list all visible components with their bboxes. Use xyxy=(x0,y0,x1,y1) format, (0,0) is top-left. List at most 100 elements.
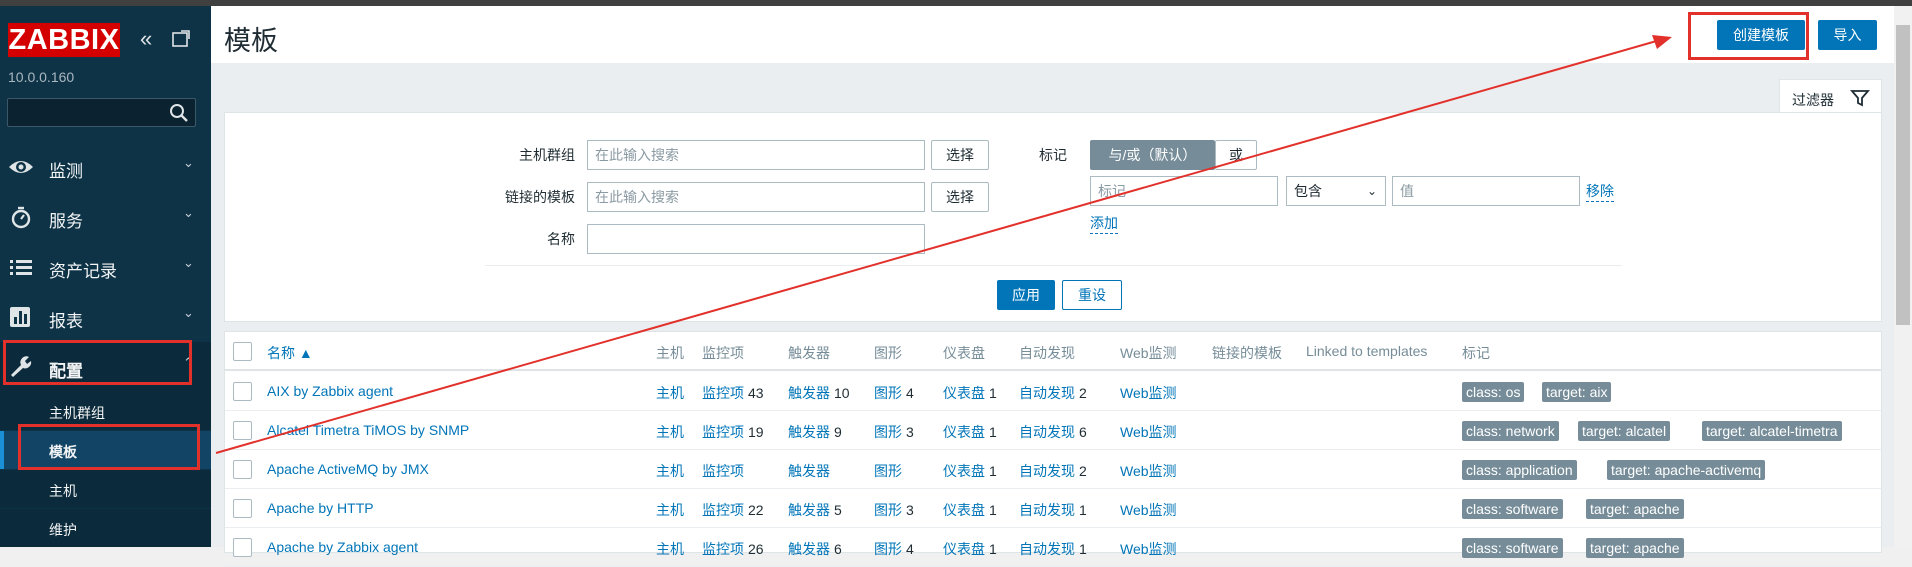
import-button[interactable]: 导入 xyxy=(1818,20,1877,50)
tag-operator-select[interactable]: 包含 ⌄ xyxy=(1286,176,1386,206)
tag-badge[interactable]: class: application xyxy=(1462,460,1577,480)
tag-badge[interactable]: target: aix xyxy=(1542,382,1612,402)
row-checkbox[interactable] xyxy=(233,460,252,479)
select-all-checkbox[interactable] xyxy=(233,342,252,361)
chevron-down-icon: ⌄ xyxy=(1366,184,1377,198)
graphs-link[interactable]: 图形 xyxy=(874,502,902,518)
name-input[interactable] xyxy=(587,224,925,254)
apply-button[interactable]: 应用 xyxy=(997,280,1055,310)
items-link[interactable]: 监控项 xyxy=(702,385,744,401)
eye-icon xyxy=(9,161,33,173)
menu-monitoring[interactable]: 监测 ⌄ xyxy=(0,142,211,192)
row-checkbox[interactable] xyxy=(233,538,252,557)
tag-badge[interactable]: target: alcatel-timetra xyxy=(1702,421,1842,441)
stopwatch-icon xyxy=(11,206,31,229)
or-toggle[interactable]: 或 xyxy=(1215,140,1257,170)
linked-templates-select-button[interactable]: 选择 xyxy=(931,182,989,212)
table-row: Alcatel Timetra TiMOS by SNMP 主机 监控项 19 触发器 9… xyxy=(225,411,1881,450)
discovery-link[interactable]: 自动发现 xyxy=(1019,502,1075,518)
tag-badge[interactable]: class: software xyxy=(1462,499,1563,519)
dashboards-count: 1 xyxy=(989,463,997,479)
search-icon[interactable] xyxy=(169,103,189,123)
triggers-link[interactable]: 触发器 xyxy=(788,541,830,557)
hosts-link[interactable]: 主机 xyxy=(656,463,684,479)
sidebar-search-input[interactable] xyxy=(7,98,196,127)
menu-services[interactable]: 服务 ⌄ xyxy=(0,192,211,242)
dashboards-link[interactable]: 仪表盘 xyxy=(943,424,985,440)
zabbix-logo[interactable]: ZABBIX xyxy=(8,23,120,57)
row-checkbox[interactable] xyxy=(233,421,252,440)
template-name-link[interactable]: Apache by HTTP xyxy=(267,500,374,516)
collapse-sidebar-icon[interactable]: « xyxy=(140,28,152,50)
submenu-hosts[interactable]: 主机 xyxy=(0,470,211,508)
template-name-link[interactable]: Apache by Zabbix agent xyxy=(267,539,418,555)
cell-web: Web监测 xyxy=(1120,383,1177,403)
tag-value-input[interactable]: 值 xyxy=(1392,176,1580,206)
kiosk-mode-icon[interactable] xyxy=(171,29,191,49)
discovery-link[interactable]: 自动发现 xyxy=(1019,424,1075,440)
tag-badge[interactable]: class: os xyxy=(1462,382,1525,402)
template-name-link[interactable]: Apache ActiveMQ by JMX xyxy=(267,461,429,477)
hosts-link[interactable]: 主机 xyxy=(656,385,684,401)
linked-templates-input[interactable]: 在此输入搜索 xyxy=(587,182,925,212)
row-checkbox[interactable] xyxy=(233,499,252,518)
row-checkbox[interactable] xyxy=(233,382,252,401)
tag-badge[interactable]: target: apache-activemq xyxy=(1607,460,1766,480)
tag-name-input[interactable]: 标记 xyxy=(1090,176,1278,206)
web-link[interactable]: Web监测 xyxy=(1120,463,1177,479)
discovery-link[interactable]: 自动发现 xyxy=(1019,463,1075,479)
triggers-link[interactable]: 触发器 xyxy=(788,502,830,518)
add-tag-link[interactable]: 添加 xyxy=(1090,213,1118,234)
cell-triggers: 触发器 10 xyxy=(788,383,850,403)
menu-label: 服务 xyxy=(49,212,83,231)
menu-inventory[interactable]: 资产记录 ⌄ xyxy=(0,242,211,292)
reset-button[interactable]: 重设 xyxy=(1062,280,1122,310)
graphs-link[interactable]: 图形 xyxy=(874,463,902,479)
host-group-select-button[interactable]: 选择 xyxy=(931,140,989,170)
dashboards-link[interactable]: 仪表盘 xyxy=(943,463,985,479)
tag-badge[interactable]: target: apache xyxy=(1586,499,1684,519)
submenu-maintenance[interactable]: 维护 xyxy=(0,509,211,547)
and-or-toggle[interactable]: 与/或（默认） xyxy=(1090,140,1215,170)
template-name-link[interactable]: Alcatel Timetra TiMOS by SNMP xyxy=(267,422,469,438)
items-link[interactable]: 监控项 xyxy=(702,463,744,479)
host-group-label: 主机群组 xyxy=(519,147,575,163)
tag-badge[interactable]: class: network xyxy=(1462,421,1559,441)
graphs-link[interactable]: 图形 xyxy=(874,385,902,401)
triggers-link[interactable]: 触发器 xyxy=(788,385,830,401)
host-group-input[interactable]: 在此输入搜索 xyxy=(587,140,925,170)
cell-discovery: 自动发现 2 xyxy=(1019,383,1087,403)
hosts-link[interactable]: 主机 xyxy=(656,502,684,518)
dashboards-link[interactable]: 仪表盘 xyxy=(943,385,985,401)
template-name-link[interactable]: AIX by Zabbix agent xyxy=(267,383,393,399)
cell-discovery: 自动发现 2 xyxy=(1019,461,1087,481)
items-link[interactable]: 监控项 xyxy=(702,541,744,557)
remove-tag-link[interactable]: 移除 xyxy=(1586,181,1614,202)
web-link[interactable]: Web监测 xyxy=(1120,424,1177,440)
web-link[interactable]: Web监测 xyxy=(1120,385,1177,401)
hosts-link[interactable]: 主机 xyxy=(656,424,684,440)
discovery-link[interactable]: 自动发现 xyxy=(1019,385,1075,401)
graphs-link[interactable]: 图形 xyxy=(874,424,902,440)
tag-badge[interactable]: class: software xyxy=(1462,538,1563,558)
column-name-sort[interactable]: 名称 ▲ xyxy=(267,343,313,363)
hosts-link[interactable]: 主机 xyxy=(656,541,684,557)
tag-badge[interactable]: target: alcatel xyxy=(1578,421,1671,441)
web-link[interactable]: Web监测 xyxy=(1120,541,1177,557)
table-row: Apache by HTTP 主机 监控项 22 触发器 5 图形 3 仪表盘 1 自动发现 1 Web… xyxy=(225,489,1881,528)
tag-badge[interactable]: target: apache xyxy=(1586,538,1684,558)
cell-triggers: 触发器 9 xyxy=(788,422,842,442)
graphs-link[interactable]: 图形 xyxy=(874,541,902,557)
chevron-down-icon: ⌄ xyxy=(183,155,194,170)
items-link[interactable]: 监控项 xyxy=(702,502,744,518)
discovery-link[interactable]: 自动发现 xyxy=(1019,541,1075,557)
dashboards-link[interactable]: 仪表盘 xyxy=(943,502,985,518)
cell-items: 监控项 22 xyxy=(702,500,764,520)
web-link[interactable]: Web监测 xyxy=(1120,502,1177,518)
dashboards-link[interactable]: 仪表盘 xyxy=(943,541,985,557)
menu-reports[interactable]: 报表 ⌄ xyxy=(0,292,211,342)
triggers-link[interactable]: 触发器 xyxy=(788,463,830,479)
items-link[interactable]: 监控项 xyxy=(702,424,744,440)
triggers-link[interactable]: 触发器 xyxy=(788,424,830,440)
scrollbar-thumb[interactable] xyxy=(1896,25,1910,325)
